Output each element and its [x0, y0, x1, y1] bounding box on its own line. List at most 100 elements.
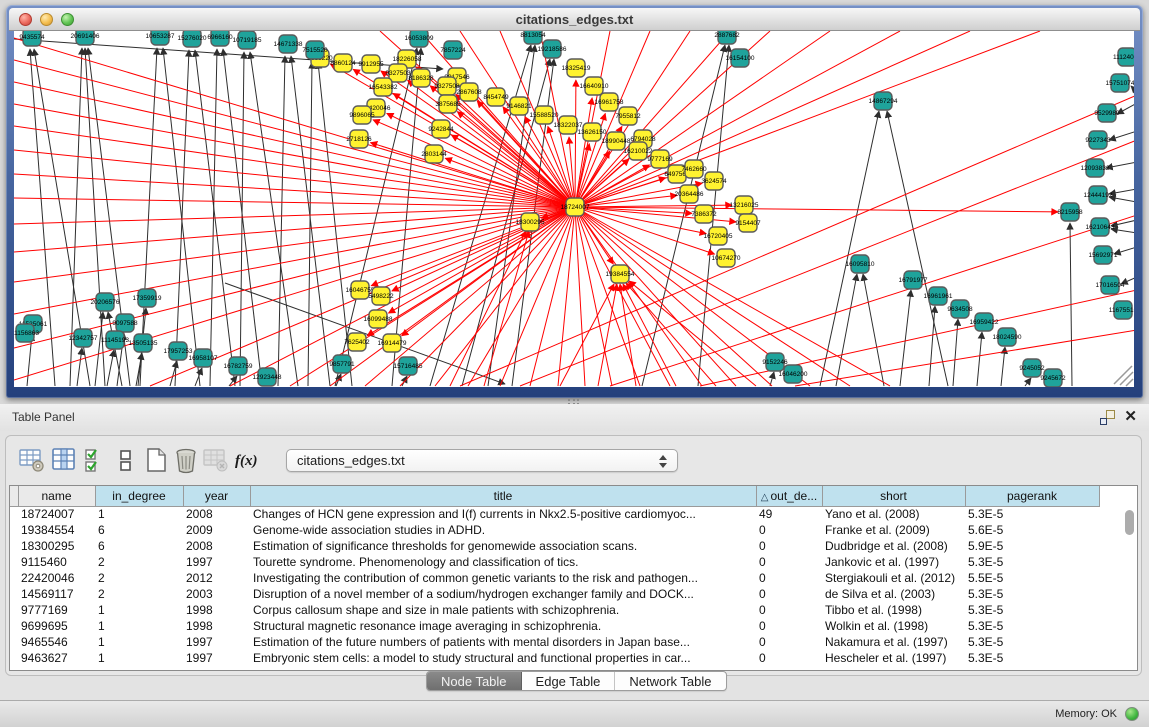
- graph-node[interactable]: 9097588: [112, 314, 138, 332]
- tab-edge-table[interactable]: Edge Table: [522, 672, 616, 690]
- graph-node[interactable]: 12444192: [1084, 186, 1113, 204]
- graph-node[interactable]: 9146821: [506, 97, 532, 115]
- table-cell[interactable]: 1: [95, 634, 183, 650]
- graph-node[interactable]: 9435574: [19, 31, 45, 46]
- table-row[interactable]: 911546021997Tourette syndrome. Phenomeno…: [10, 554, 1099, 570]
- graph-node[interactable]: 7462660: [681, 160, 707, 178]
- table-cell[interactable]: Franke et al. (2009): [822, 522, 965, 538]
- graph-node[interactable]: 2803144: [421, 145, 447, 163]
- table-cell[interactable]: Stergiakouli et al. (2012): [822, 570, 965, 586]
- table-cell[interactable]: Dudbridge et al. (2008): [822, 538, 965, 554]
- graph-node[interactable]: 9912955: [358, 55, 384, 73]
- column-header-pagerank[interactable]: pagerank: [965, 486, 1099, 506]
- table-cell[interactable]: Tourette syndrome. Phenomenology and cla…: [250, 554, 756, 570]
- table-vertical-scrollbar[interactable]: [1125, 510, 1134, 535]
- table-cell[interactable]: 2008: [183, 506, 250, 522]
- graph-node[interactable]: 2887682: [714, 31, 740, 44]
- table-cell[interactable]: 1: [95, 602, 183, 618]
- table-row[interactable]: 1830029562008Estimation of significance …: [10, 538, 1099, 554]
- graph-node[interactable]: 8186328: [408, 69, 434, 87]
- graph-node[interactable]: 16210643: [1086, 218, 1115, 236]
- graph-node[interactable]: 5498222: [368, 287, 394, 305]
- graph-node[interactable]: 16095810: [846, 255, 875, 273]
- function-builder-icon[interactable]: f(x): [232, 446, 260, 474]
- graph-node[interactable]: 9857791: [329, 355, 355, 373]
- table-cell[interactable]: Nakamura et al. (1997): [822, 634, 965, 650]
- table-row[interactable]: 969969511998Structural magnetic resonanc…: [10, 618, 1099, 634]
- table-cell[interactable]: 2012: [183, 570, 250, 586]
- table-cell[interactable]: 1: [95, 506, 183, 522]
- table-cell[interactable]: 9115460: [18, 554, 95, 570]
- table-cell[interactable]: 0: [756, 650, 822, 666]
- table-cell[interactable]: 5.6E-5: [965, 522, 1099, 538]
- graph-node[interactable]: 9154407: [735, 214, 761, 232]
- graph-node[interactable]: 10719185: [233, 31, 262, 49]
- network-view-canvas[interactable]: 1872400796382208860124991295518226058932…: [14, 31, 1134, 387]
- toggle-row-height-icon[interactable]: [112, 446, 140, 474]
- table-cell[interactable]: Investigating the contribution of common…: [250, 570, 756, 586]
- graph-node[interactable]: 12342757: [69, 329, 98, 347]
- table-cell[interactable]: 0: [756, 634, 822, 650]
- table-cell[interactable]: 9463627: [18, 650, 95, 666]
- graph-node[interactable]: 9227343: [1085, 131, 1111, 149]
- table-cell[interactable]: 18724007: [18, 506, 95, 522]
- table-cell[interactable]: 5.3E-5: [965, 554, 1099, 570]
- graph-node[interactable]: 8860124: [330, 54, 356, 72]
- graph-node[interactable]: 9634508: [947, 300, 973, 318]
- graph-node[interactable]: 7515520: [302, 41, 328, 59]
- table-cell[interactable]: 5.3E-5: [965, 586, 1099, 602]
- delete-rows-trash-icon[interactable]: [172, 446, 200, 474]
- column-header-short[interactable]: short: [822, 486, 965, 506]
- table-cell[interactable]: 5.5E-5: [965, 570, 1099, 586]
- graph-node[interactable]: 19384554: [606, 265, 635, 283]
- column-header-in_degree[interactable]: in_degree: [95, 486, 183, 506]
- table-cell[interactable]: 14569117: [18, 586, 95, 602]
- create-table-icon[interactable]: [142, 446, 170, 474]
- table-cell[interactable]: Estimation of the future numbers of pati…: [250, 634, 756, 650]
- table-cell[interactable]: 22420046: [18, 570, 95, 586]
- graph-node[interactable]: 16720405: [704, 227, 733, 245]
- graph-node[interactable]: 15716485: [394, 357, 423, 375]
- column-header-out_de[interactable]: △out_de...: [756, 486, 822, 506]
- graph-node[interactable]: 8215958: [1057, 203, 1083, 221]
- table-cell[interactable]: 0: [756, 554, 822, 570]
- table-cell[interactable]: 1997: [183, 554, 250, 570]
- table-cell[interactable]: 2: [95, 586, 183, 602]
- table-cell[interactable]: Yano et al. (2008): [822, 506, 965, 522]
- table-cell[interactable]: 2008: [183, 538, 250, 554]
- network-window-titlebar[interactable]: citations_edges.txt: [9, 8, 1140, 31]
- graph-node[interactable]: 16914479: [378, 334, 407, 352]
- tab-node-table[interactable]: Node Table: [427, 672, 522, 690]
- show-columns-icon[interactable]: [50, 446, 78, 474]
- graph-node[interactable]: 7625402: [344, 333, 370, 351]
- graph-node[interactable]: 3875685: [435, 95, 461, 113]
- graph-node[interactable]: 11675510: [1109, 301, 1134, 319]
- table-row[interactable]: 946362711997Embryonic stem cells: a mode…: [10, 650, 1099, 666]
- select-attributes-icon[interactable]: [82, 446, 110, 474]
- table-cell[interactable]: Hescheler et al. (1997): [822, 650, 965, 666]
- graph-node[interactable]: 20206576: [91, 293, 120, 311]
- graph-node[interactable]: 17359919: [133, 289, 162, 307]
- table-row[interactable]: 977716911998Corpus callosum shape and si…: [10, 602, 1099, 618]
- table-cell[interactable]: 1998: [183, 602, 250, 618]
- table-cell[interactable]: Wolkin et al. (1998): [822, 618, 965, 634]
- table-row[interactable]: 1456911722003Disruption of a novel membe…: [10, 586, 1099, 602]
- graph-node[interactable]: 8454749: [483, 88, 509, 106]
- table-cell[interactable]: 2003: [183, 586, 250, 602]
- table-cell[interactable]: 0: [756, 618, 822, 634]
- close-panel-icon[interactable]: ✕: [1124, 407, 1137, 425]
- graph-node[interactable]: 9777169: [647, 150, 673, 168]
- graph-node[interactable]: 16958107: [189, 349, 218, 367]
- table-cell[interactable]: 2: [95, 554, 183, 570]
- column-header-name[interactable]: name: [18, 486, 95, 506]
- table-cell[interactable]: 6: [95, 522, 183, 538]
- table-cell[interactable]: 0: [756, 570, 822, 586]
- table-cell[interactable]: 9699695: [18, 618, 95, 634]
- graph-node[interactable]: 16782759: [224, 357, 253, 375]
- table-cell[interactable]: 9777169: [18, 602, 95, 618]
- graph-node[interactable]: 9242844: [428, 120, 454, 138]
- table-cell[interactable]: 5.9E-5: [965, 538, 1099, 554]
- canvas-resize-grip[interactable]: [1126, 379, 1133, 386]
- table-cell[interactable]: 0: [756, 522, 822, 538]
- table-cell[interactable]: 6: [95, 538, 183, 554]
